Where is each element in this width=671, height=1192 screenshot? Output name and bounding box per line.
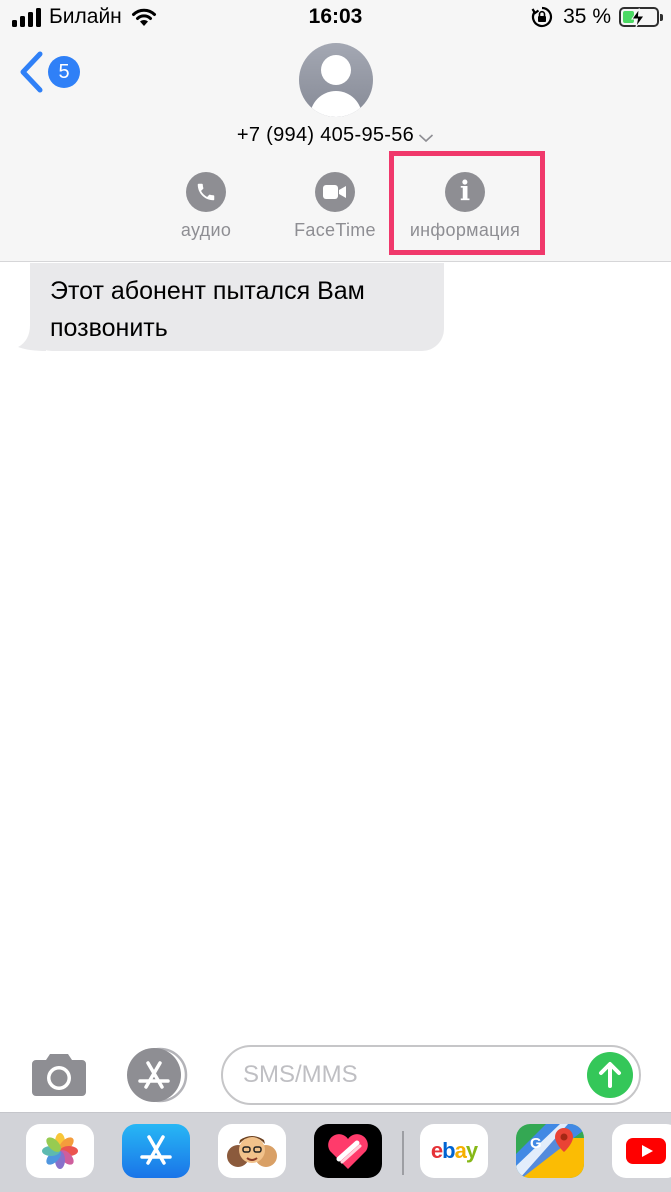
battery-percent: 35 % [563,5,611,28]
avatar-head [321,55,351,85]
ebay-app-icon[interactable]: ebay [420,1124,488,1178]
audio-label: аудио [180,220,232,240]
contact-avatar[interactable] [299,43,373,117]
battery-icon [619,7,663,28]
maps-g-label: G [530,1135,542,1152]
avatar-body [310,91,362,117]
message-input[interactable] [243,1055,583,1095]
status-bar: Билайн 16:03 35 % [0,0,671,38]
arrow-up-icon [599,1062,621,1088]
chevron-left-icon [20,51,43,93]
contact-name-button[interactable]: +7 (994) 405-95-56 [0,124,671,147]
charging-bolt-icon [631,8,645,28]
app-store-icon[interactable] [124,1047,190,1103]
contact-phone: +7 (994) 405-95-56 [236,124,415,146]
video-camera-icon [315,172,355,212]
app-drawer: ebay G [0,1112,671,1192]
drawer-separator [402,1131,404,1175]
highlight-annotation [389,151,545,255]
bubble-tail [18,325,46,351]
status-right: 35 % [531,5,663,29]
facetime-button[interactable]: FaceTime [260,172,410,242]
incoming-message-bubble[interactable]: Этот абонент пытался Вам позвонить [18,263,444,351]
orientation-lock-icon [531,6,553,28]
photos-app-icon[interactable] [26,1124,94,1178]
digital-touch-app-icon[interactable] [314,1124,382,1178]
facetime-label: FaceTime [294,220,376,240]
battery-cap [660,14,663,21]
memoji-app-icon[interactable] [218,1124,286,1178]
compose-bar [0,1040,671,1110]
ebay-wordmark: ebay [430,1138,478,1163]
google-maps-app-icon[interactable]: G [516,1124,584,1178]
message-text: Этот абонент пытался Вам позвонить [50,277,365,342]
unread-count-badge: 5 [48,56,80,88]
app-store-app-icon[interactable] [122,1124,190,1178]
messages-screen: Билайн 16:03 35 % 5 +7 (994) 405-95-56 а… [0,0,671,1192]
send-button[interactable] [587,1052,633,1098]
message-input-field[interactable] [221,1045,641,1105]
back-button[interactable]: 5 [18,50,88,94]
phone-icon [186,172,226,212]
audio-call-button[interactable]: аудио [131,172,281,242]
youtube-app-icon[interactable] [612,1124,671,1178]
conversation-header: Билайн 16:03 35 % 5 +7 (994) 405-95-56 а… [0,0,671,262]
chevron-down-icon [419,133,434,142]
camera-icon[interactable] [30,1050,88,1098]
